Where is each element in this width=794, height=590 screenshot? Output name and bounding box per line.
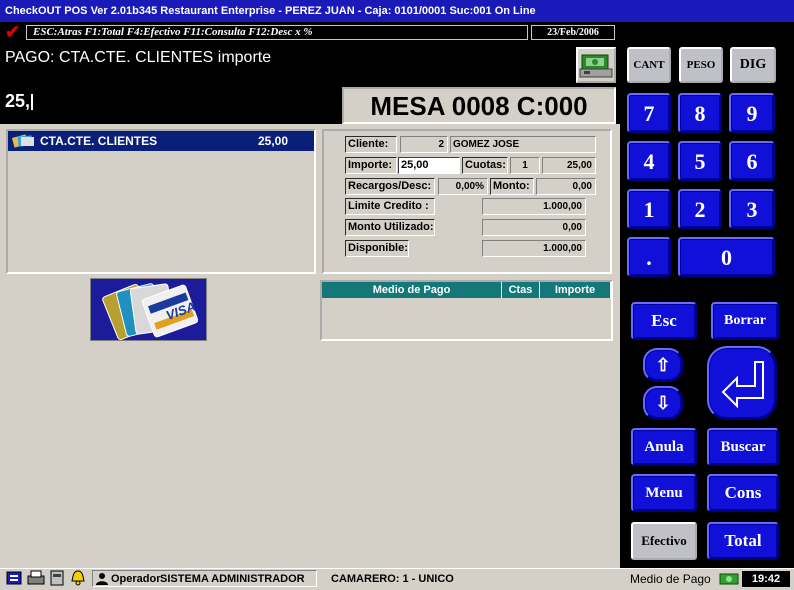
column-header-importe: Importe — [540, 282, 611, 298]
user-icon — [95, 572, 109, 585]
cuotas-value: 1 — [510, 157, 540, 174]
key-1[interactable]: 1 — [627, 189, 671, 229]
arrow-down-button[interactable]: ⇩ — [643, 386, 683, 420]
cliente-label: Cliente: — [345, 136, 397, 153]
limite-value: 1.000,00 — [482, 198, 586, 215]
cash-register-icon[interactable] — [576, 47, 616, 83]
key-4[interactable]: 4 — [627, 141, 671, 181]
enter-arrow-icon — [721, 361, 764, 409]
key-3[interactable]: 3 — [729, 189, 775, 229]
cons-button[interactable]: Cons — [707, 474, 779, 512]
cuotas-label: Cuotas: — [462, 157, 508, 174]
peso-button[interactable]: PESO — [679, 47, 723, 83]
limite-label: Limite Credito : — [345, 198, 435, 215]
key-2[interactable]: 2 — [678, 189, 722, 229]
drawer-icon[interactable] — [48, 570, 66, 586]
table-indicator: MESA 0008 C:000 — [342, 87, 616, 124]
operador-label: Operador — [111, 573, 161, 585]
buscar-button[interactable]: Buscar — [707, 428, 779, 466]
camarero-label: CAMARERO: 1 - UNICO — [331, 573, 454, 585]
efectivo-button[interactable]: Efectivo — [631, 522, 697, 560]
monto-label: Monto: — [490, 178, 534, 195]
money-icon — [719, 571, 739, 587]
enter-button[interactable] — [707, 346, 777, 420]
key-8[interactable]: 8 — [678, 93, 722, 133]
key-dot[interactable]: . — [627, 237, 671, 277]
key-6[interactable]: 6 — [729, 141, 775, 181]
key-9[interactable]: 9 — [729, 93, 775, 133]
list-item-name: CTA.CTE. CLIENTES — [40, 134, 158, 148]
printer-icon[interactable] — [26, 570, 46, 586]
utilizado-value: 0,00 — [482, 219, 586, 236]
operador-value: SISTEMA ADMINISTRADOR — [160, 573, 305, 585]
monto-value: 0,00 — [536, 178, 596, 195]
cant-button[interactable]: CANT — [627, 47, 671, 83]
keyboard-icon[interactable] — [6, 570, 24, 586]
recargos-label: Recargos/Desc: — [345, 178, 435, 195]
recargos-value: 0,00% — [438, 178, 488, 195]
clock: 19:42 — [742, 571, 790, 587]
dig-button[interactable]: DIG — [730, 47, 776, 83]
amount-input-value: 25, — [5, 91, 31, 111]
cliente-number: 2 — [400, 136, 448, 153]
disponible-label: Disponible: — [345, 240, 409, 257]
esc-button[interactable]: Esc — [631, 302, 697, 340]
amount-input[interactable]: 25, — [5, 90, 34, 112]
column-header-ctas: Ctas — [502, 282, 540, 298]
date-display: 23/Feb/2006 — [531, 25, 615, 40]
importe-label: Importe: — [345, 157, 397, 174]
cuotas-amount: 25,00 — [542, 157, 596, 174]
list-item[interactable]: CTA.CTE. CLIENTES 25,00 — [8, 131, 314, 151]
utilizado-label: Monto Utilizado: — [345, 219, 435, 236]
cards-icon — [11, 133, 36, 149]
total-button[interactable]: Total — [707, 522, 779, 560]
anula-button[interactable]: Anula — [631, 428, 697, 466]
disponible-value: 1.000,00 — [482, 240, 586, 257]
shortcut-hints: ESC:Atras F1:Total F4:Efectivo F11:Consu… — [26, 25, 528, 40]
check-icon: ✔ — [5, 22, 21, 42]
importe-field[interactable]: 25,00 — [398, 157, 460, 174]
key-0[interactable]: 0 — [678, 237, 775, 277]
text-cursor — [31, 94, 34, 111]
menu-button[interactable]: Menu — [631, 474, 697, 512]
window-title: CheckOUT POS Ver 2.01b345 Restaurant Ent… — [0, 0, 794, 22]
key-7[interactable]: 7 — [627, 93, 671, 133]
key-5[interactable]: 5 — [678, 141, 722, 181]
prompt-label: PAGO: CTA.CTE. CLIENTES importe — [5, 49, 272, 66]
cliente-name: GOMEZ JOSE — [450, 136, 596, 153]
arrow-up-button[interactable]: ⇧ — [643, 348, 683, 382]
credit-cards-image: VISA — [90, 278, 207, 341]
list-item-amount: 25,00 — [257, 134, 288, 148]
bell-icon[interactable] — [68, 569, 88, 587]
column-header-medio: Medio de Pago — [322, 282, 502, 298]
medio-pago-label: Medio de Pago — [630, 572, 711, 586]
borrar-button[interactable]: Borrar — [711, 302, 779, 340]
